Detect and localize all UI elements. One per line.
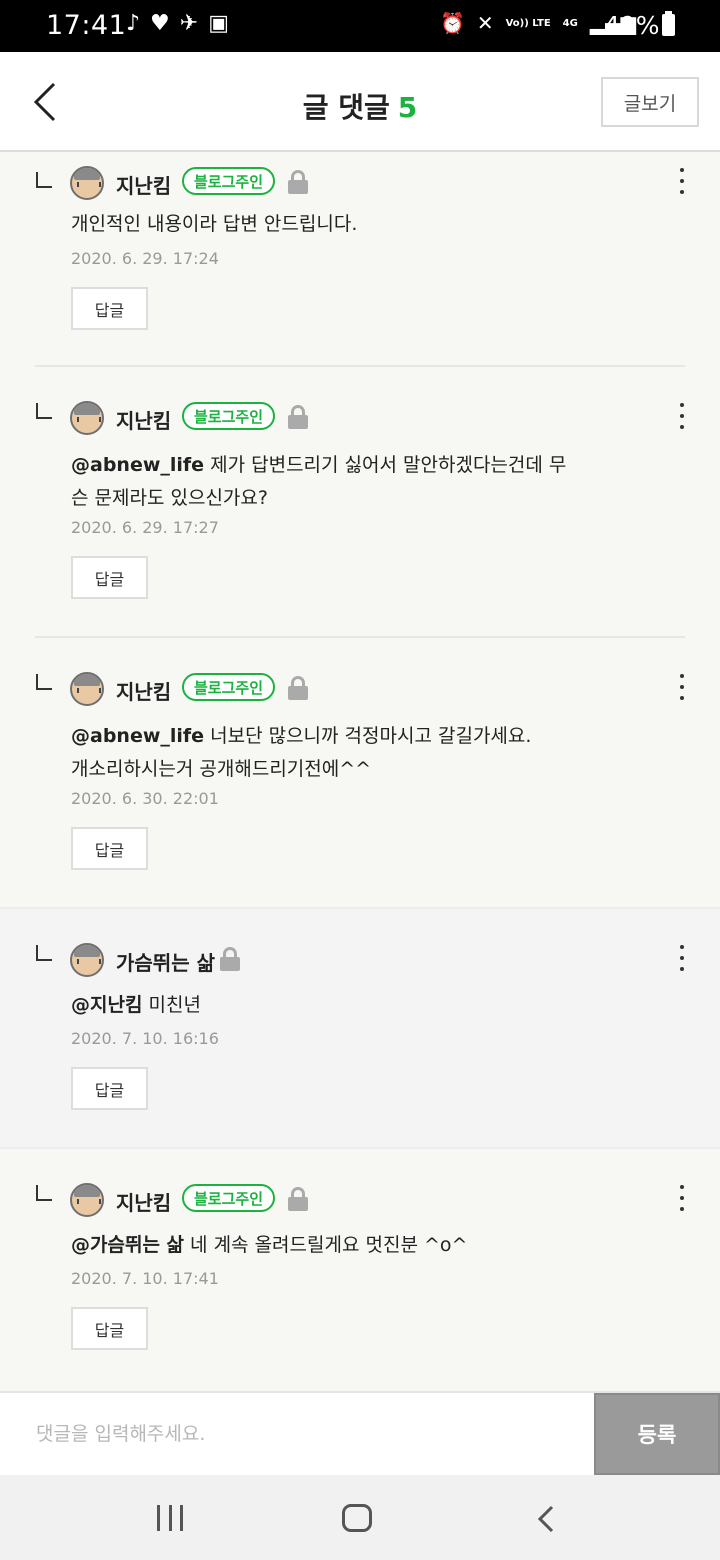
reply-indent-icon	[36, 674, 52, 690]
avatar[interactable]	[70, 401, 104, 435]
more-options-icon[interactable]	[672, 1185, 692, 1211]
comment-text: @abnew_life 제가 답변드리기 싫어서 말안하겠다는건데 무슨 문제라…	[71, 449, 571, 515]
comment-item: 지난킴 블로그주인 @abnew_life 제가 답변드리기 싫어서 말안하겠다…	[0, 367, 720, 638]
reply-indent-icon	[36, 172, 52, 188]
comment-item: 지난킴 블로그주인 @abnew_life 너보단 많으니까 걱정마시고 갈길가…	[0, 638, 720, 909]
comment-date: 2020. 7. 10. 17:41	[71, 1269, 219, 1288]
reply-indent-icon	[36, 1185, 52, 1201]
submit-comment-button[interactable]: 등록	[594, 1393, 720, 1475]
comment-author[interactable]: 가슴뛰는 삶	[116, 947, 215, 976]
home-icon[interactable]	[342, 1504, 372, 1532]
comment-date: 2020. 6. 29. 17:24	[71, 249, 219, 268]
music-note-icon: ♪	[126, 11, 141, 36]
comment-text: @abnew_life 너보단 많으니까 걱정마시고 갈길가세요. 개소리하시는…	[71, 720, 551, 786]
blog-owner-badge: 블로그주인	[182, 402, 276, 430]
comment-date: 2020. 7. 10. 16:16	[71, 1029, 219, 1048]
comment-text: @지난킴 미친년	[71, 989, 681, 1022]
more-options-icon[interactable]	[672, 168, 692, 194]
view-post-button[interactable]: 글보기	[601, 77, 699, 127]
blog-owner-badge: 블로그주인	[182, 673, 276, 701]
reply-indent-icon	[36, 403, 52, 419]
avatar[interactable]	[70, 1183, 104, 1217]
more-options-icon[interactable]	[672, 945, 692, 971]
battery-percent: 49%	[604, 11, 660, 40]
blog-owner-badge: 블로그주인	[182, 1184, 276, 1212]
comment-mention[interactable]: @abnew_life	[71, 454, 204, 476]
comment-mention[interactable]: @가슴뛰는 삶	[71, 1234, 184, 1256]
heart-icon: ♥	[150, 11, 170, 36]
battery-icon	[662, 11, 675, 36]
comment-author[interactable]: 지난킴	[116, 170, 171, 199]
avatar[interactable]	[70, 166, 104, 200]
comment-input[interactable]	[0, 1393, 594, 1475]
comment-body: 네 계속 올려드릴게요 멋진분 ^o^	[184, 1234, 468, 1256]
more-options-icon[interactable]	[672, 403, 692, 429]
comment-mention[interactable]: @abnew_life	[71, 725, 204, 747]
lock-icon	[220, 947, 240, 971]
comment-date: 2020. 6. 30. 22:01	[71, 789, 219, 808]
reply-button[interactable]: 답글	[71, 1067, 148, 1110]
4g-icon: 4G	[562, 17, 578, 29]
comment-text: @가슴뛰는 삶 네 계속 올려드릴게요 멋진분 ^o^	[71, 1229, 681, 1262]
comment-author[interactable]: 지난킴	[116, 405, 171, 434]
comment-author[interactable]: 지난킴	[116, 676, 171, 705]
lock-icon	[288, 676, 308, 700]
nav-back-icon[interactable]	[534, 1505, 558, 1533]
lock-icon	[288, 170, 308, 194]
avatar[interactable]	[70, 943, 104, 977]
comment-list: 지난킴 블로그주인 개인적인 내용이라 답변 안드립니다. 2020. 6. 2…	[0, 154, 720, 1389]
avatar[interactable]	[70, 672, 104, 706]
system-nav-bar	[0, 1475, 720, 1560]
recent-apps-icon[interactable]	[157, 1505, 183, 1531]
reply-button[interactable]: 답글	[71, 827, 148, 870]
comment-input-bar: 등록	[0, 1391, 720, 1475]
image-icon: ▣	[208, 11, 230, 36]
comment-date: 2020. 6. 29. 17:27	[71, 518, 219, 537]
reply-button[interactable]: 답글	[71, 1307, 148, 1350]
comment-item: 지난킴 블로그주인 개인적인 내용이라 답변 안드립니다. 2020. 6. 2…	[0, 154, 720, 367]
comment-body: 개인적인 내용이라 답변 안드립니다.	[71, 213, 358, 235]
comment-item: 지난킴 블로그주인 @가슴뛰는 삶 네 계속 올려드릴게요 멋진분 ^o^ 20…	[0, 1149, 720, 1389]
reply-button[interactable]: 답글	[71, 287, 148, 330]
mute-icon: ✕	[476, 11, 494, 35]
reply-button[interactable]: 답글	[71, 556, 148, 599]
alarm-icon: ⏰	[439, 11, 465, 35]
status-time: 17:41	[46, 10, 127, 41]
comment-item: 가슴뛰는 삶 @지난킴 미친년 2020. 7. 10. 16:16 답글	[0, 909, 720, 1149]
header: 글 댓글 5 글보기	[0, 52, 720, 152]
comment-author[interactable]: 지난킴	[116, 1187, 171, 1216]
lock-icon	[288, 405, 308, 429]
comment-count: 5	[397, 91, 418, 124]
lock-icon	[288, 1187, 308, 1211]
more-options-icon[interactable]	[672, 674, 692, 700]
page-title-text: 글 댓글	[302, 91, 390, 124]
satellite-icon: ✈	[179, 11, 199, 36]
comment-mention[interactable]: @지난킴	[71, 994, 142, 1016]
comment-text: 개인적인 내용이라 답변 안드립니다.	[71, 208, 681, 241]
reply-indent-icon	[36, 945, 52, 961]
comment-body: 미친년	[142, 994, 201, 1016]
status-bar: 17:41 ♪ ♥ ✈ ▣ ⏰ ✕ Vo)) LTE 4G ▂▄▆ 49%	[0, 0, 720, 52]
blog-owner-badge: 블로그주인	[182, 167, 276, 195]
volte-icon: Vo)) LTE	[505, 17, 551, 29]
